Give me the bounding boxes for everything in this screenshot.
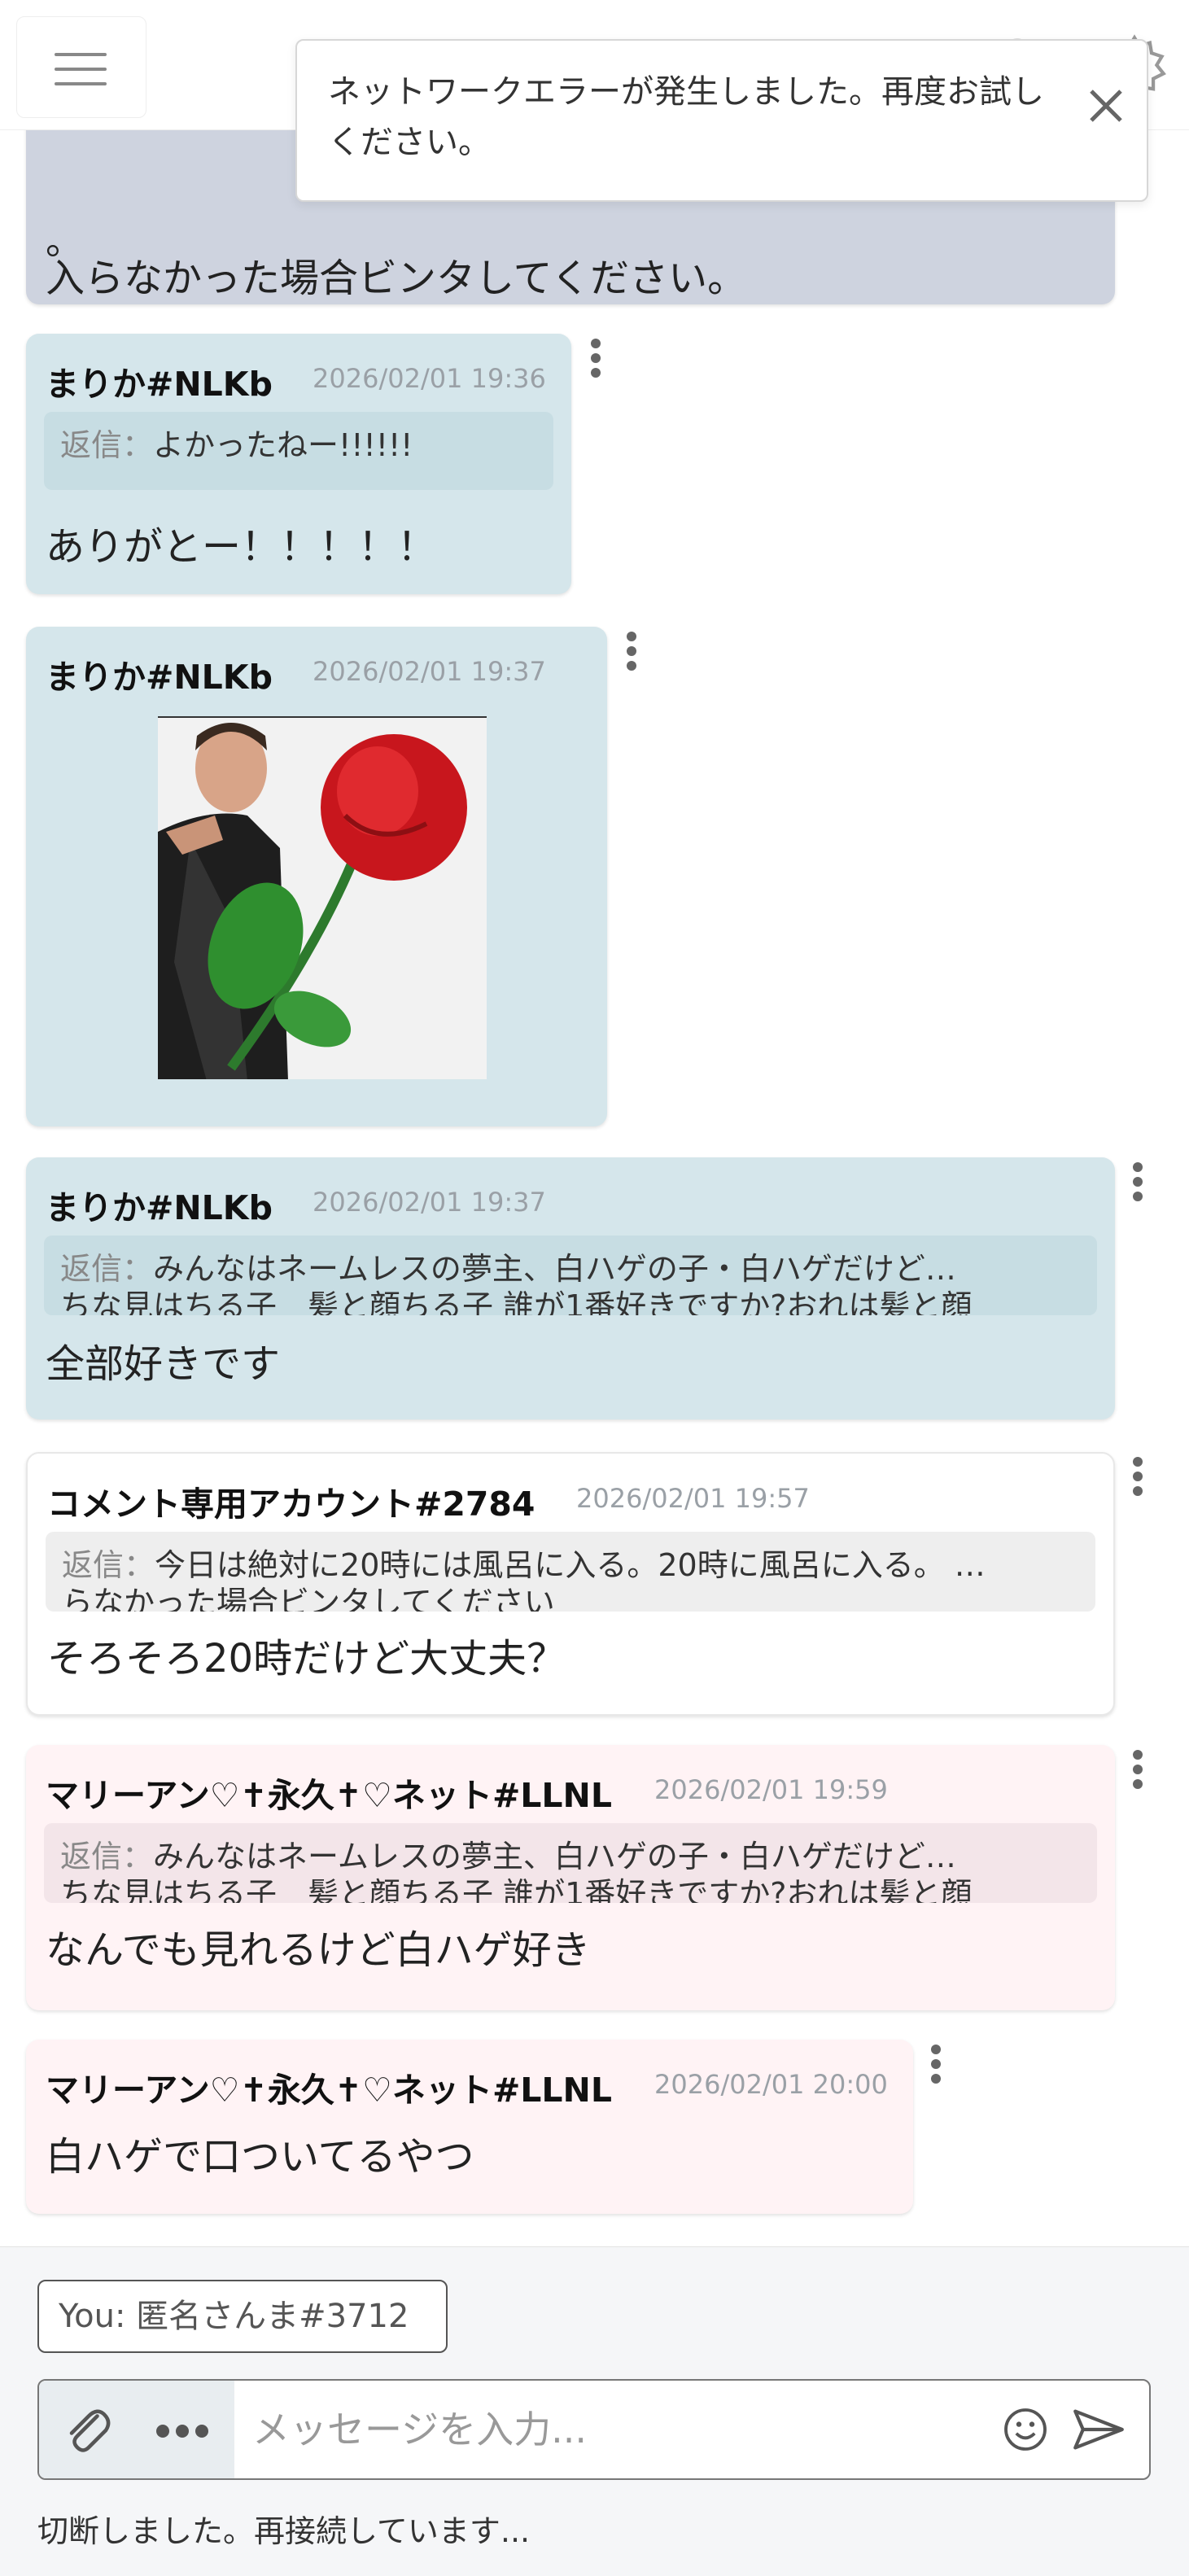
kebab-icon[interactable] [929, 2045, 942, 2093]
identity-badge[interactable]: You: 匿名さんま#3712 [37, 2280, 448, 2353]
reply-label: 返信： [60, 1251, 154, 1287]
kebab-icon[interactable] [625, 632, 638, 680]
message-author[interactable]: まりか#NLKb [46, 649, 273, 698]
message-bubble: まりか#NLKb 2026/02/01 19:36 返信：よかったねー!!!!!… [26, 334, 571, 594]
message-timestamp: 2026/02/01 19:59 [654, 1774, 888, 1805]
reply-label: 返信： [62, 1547, 155, 1583]
message-timestamp: 2026/02/01 19:37 [313, 1187, 546, 1218]
message-bubble: まりか#NLKb 2026/02/01 19:37 返信：みんなはネームレスの夢… [26, 1157, 1115, 1419]
more-icon[interactable] [156, 2425, 218, 2438]
send-icon[interactable] [1069, 2403, 1128, 2456]
message-author[interactable]: まりか#NLKb [46, 356, 273, 405]
menu-button[interactable] [16, 16, 146, 118]
message-input[interactable] [252, 2381, 985, 2478]
message-author[interactable]: マリーアン♡✝永久✝♡ネット#LLNL [46, 2062, 612, 2111]
message-timestamp: 2026/02/01 19:37 [313, 656, 546, 687]
reply-quote[interactable]: 返信：よかったねー!!!!!! [44, 412, 553, 490]
connection-status: 切断しました。再接続しています... [37, 2513, 531, 2549]
message-text: 全部好きです [46, 1341, 281, 1387]
reply-text: みんなはネームレスの夢主、白ハゲの子・白ハゲだけど… [153, 1251, 956, 1287]
reply-text: ちな見はちる子 髪と顔ちる子 誰が1番好きですか?おれは髪と顔 [60, 1288, 973, 1315]
reply-quote[interactable]: 返信：今日は絶対に20時には風呂に入る。20時に風呂に入る。 … らなかった場合… [46, 1532, 1095, 1612]
reply-text: 今日は絶対に20時には風呂に入る。20時に風呂に入る。 … [155, 1547, 986, 1583]
message-text: 入らなかった場合ビンタしてください。 [46, 256, 747, 301]
reply-text: よかったねー!!!!!! [153, 427, 413, 463]
kebab-icon[interactable] [1131, 1750, 1144, 1799]
toast-message: ネットワークエラーが発生しました。再度お試しください。 [328, 73, 1044, 161]
image-attachment[interactable] [158, 716, 487, 1079]
message-bubble: マリーアン♡✝永久✝♡ネット#LLNL 2026/02/01 19:59 返信：… [26, 1745, 1115, 2010]
kebab-icon[interactable] [1131, 1162, 1144, 1211]
kebab-icon[interactable] [589, 339, 602, 387]
message-author[interactable]: マリーアン♡✝永久✝♡ネット#LLNL [46, 1768, 612, 1817]
hamburger-line [55, 68, 107, 71]
composer-tools [39, 2381, 234, 2478]
reply-label: 返信： [60, 1839, 154, 1874]
hamburger-icon [55, 53, 107, 56]
reply-text: ちな見はちる子 髪と顔ちる子 誰が1番好きですか?おれは髪と顔 [60, 1876, 973, 1903]
reply-quote[interactable]: 返信：みんなはネームレスの夢主、白ハゲの子・白ハゲだけど… ちな見はちる子 髪と… [44, 1236, 1097, 1315]
message-timestamp: 2026/02/01 19:36 [313, 363, 546, 394]
message-text: そろそろ20時だけど大丈夫？ [47, 1636, 566, 1682]
reply-text: みんなはネームレスの夢主、白ハゲの子・白ハゲだけど… [153, 1839, 956, 1874]
close-icon[interactable] [1082, 81, 1130, 130]
message-text: 白ハゲで口ついてるやつ [46, 2134, 474, 2180]
reply-text: らなかった場合ビンタしてください [62, 1585, 555, 1612]
message-timestamp: 2026/02/01 19:57 [576, 1483, 810, 1514]
message-text: なんでも見れるけど白ハゲ好き [46, 1927, 591, 1973]
error-toast: ネットワークエラーが発生しました。再度お試しください。 [295, 39, 1148, 202]
message-timestamp: 2026/02/01 20:00 [654, 2069, 888, 2100]
hamburger-line [55, 82, 107, 85]
message-bubble: まりか#NLKb 2026/02/01 19:37 [26, 627, 607, 1126]
message-bubble: コメント専用アカウント#2784 2026/02/01 19:57 返信：今日は… [26, 1452, 1115, 1716]
message-author[interactable]: まりか#NLKb [46, 1180, 273, 1229]
reply-label: 返信： [60, 427, 154, 463]
reply-quote[interactable]: 返信：みんなはネームレスの夢主、白ハゲの子・白ハゲだけど… ちな見はちる子 髪と… [44, 1823, 1097, 1903]
message-bubble: マリーアン♡✝永久✝♡ネット#LLNL 2026/02/01 20:00 白ハゲ… [26, 2040, 913, 2214]
message-composer [37, 2379, 1151, 2480]
message-list[interactable]: 。 入らなかった場合ビンタしてください。 まりか#NLKb 2026/02/01… [0, 130, 1189, 2246]
message-author[interactable]: コメント専用アカウント#2784 [47, 1476, 535, 1525]
composer-area: You: 匿名さんま#3712 切断しました。再接続しています... [0, 2246, 1189, 2576]
smiley-icon[interactable] [999, 2403, 1051, 2456]
kebab-icon[interactable] [1131, 1457, 1144, 1506]
paperclip-icon[interactable] [60, 2402, 117, 2459]
message-text: ありがとー！！！！！ [46, 524, 437, 570]
